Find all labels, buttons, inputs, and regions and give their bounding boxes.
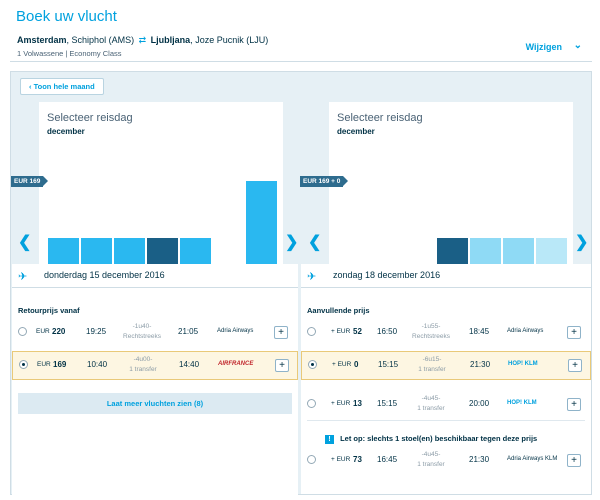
seat-warning: ! Let op: slechts 1 stoel(en) beschikbaa… [325, 434, 537, 444]
arrival-plane-icon: ✈ [307, 271, 317, 283]
return-price-label: Aanvullende prijs [307, 306, 370, 315]
info-icon: ! [325, 435, 334, 444]
airline-name: Adria Airways KLM [507, 456, 558, 462]
roundtrip-icon: ⇄ [138, 35, 147, 45]
flight-duration: -1u55- [421, 323, 441, 330]
flight-radio[interactable] [19, 360, 28, 369]
flight-row[interactable]: EUR 169 10:40 -4u00- 1 transfer 14:40 AIRFRANC… [12, 351, 298, 380]
prev-week-arrow-icon[interactable]: ❮ [18, 232, 31, 252]
route-summary: Amsterdam, Schiphol (AMS) ⇄ Ljubljana, J… [10, 32, 592, 62]
show-more-label: Laat meer vluchten zien [106, 399, 192, 408]
departure-time: 16:45 [377, 455, 398, 464]
show-month-label: Toon hele maand [33, 82, 95, 91]
price-currency: EUR [37, 361, 51, 368]
add-flight-button[interactable]: + [274, 326, 288, 339]
flight-duration: -4u45- [421, 451, 441, 458]
next-week-arrow-icon[interactable]: ❯ [285, 232, 298, 252]
airline-name: Adria Airways [507, 328, 544, 334]
flight-row[interactable]: + EUR 13 15:15 -4u45- 1 transfer 20:00 HOP! KL… [301, 391, 591, 420]
to-airport: Joze Pucnik (LJU) [195, 35, 269, 45]
page-title: Boek uw vlucht [16, 8, 117, 25]
flight-stops: 1 transfer [417, 405, 445, 412]
flight-row[interactable]: + EUR 73 16:45 -4u45- 1 transfer 21:30 Adria A… [301, 447, 591, 476]
flight-radio[interactable] [307, 399, 316, 408]
chevron-down-icon[interactable]: ⌄ [574, 40, 582, 51]
departure-time: 19:25 [86, 327, 107, 336]
passengers-class: 1 Volwassene | Economy Class [17, 49, 122, 58]
departure-plane-icon: ✈ [18, 271, 28, 283]
outbound-header: ✈ donderdag 15 december 2016 [12, 264, 298, 288]
show-month-button[interactable]: ‹ Toon hele maand [20, 78, 104, 95]
flight-selection-panel: ‹ Toon hele maand Selecteer reisdag dece… [10, 71, 592, 496]
price-currency: EUR [36, 328, 50, 335]
return-flights-section: ✈ zondag 18 december 2016 Aanvullende pr… [301, 264, 591, 494]
airline-name: AIRFRANCE [218, 361, 254, 367]
outbound-price-label: Retourprijs vanaf [18, 306, 80, 315]
next-week-arrow-icon[interactable]: ❯ [575, 232, 588, 252]
add-flight-button[interactable]: + [567, 398, 581, 411]
price-currency: + EUR [331, 456, 351, 463]
from-airport: Schiphol (AMS) [71, 35, 135, 45]
flight-stops: 1 transfer [129, 366, 157, 373]
flight-duration: -4u00- [133, 356, 153, 363]
price-amount: 0 [354, 360, 359, 369]
add-flight-button[interactable]: + [567, 326, 581, 339]
add-flight-button[interactable]: + [568, 359, 582, 372]
arrival-time: 20:00 [469, 399, 490, 408]
price-currency: + EUR [331, 400, 351, 407]
show-more-count: (8) [193, 399, 204, 408]
airline-name: Adria Airways [217, 328, 254, 334]
arrival-time: 21:30 [469, 455, 490, 464]
outbound-flights-section: ✈ donderdag 15 december 2016 Retourprijs… [12, 264, 298, 496]
flight-radio[interactable] [307, 327, 316, 336]
flight-radio[interactable] [308, 360, 317, 369]
flight-radio[interactable] [307, 455, 316, 464]
to-city: Ljubljana [150, 35, 191, 45]
arrival-time: 21:30 [470, 360, 491, 369]
departure-time: 15:15 [378, 360, 399, 369]
arrival-time: 21:05 [178, 327, 199, 336]
arrival-time: 18:45 [469, 327, 490, 336]
flight-row[interactable]: + EUR 52 16:50 -1u55- Rechtstreeks 18:45 Adria… [301, 319, 591, 348]
add-flight-button[interactable]: + [567, 454, 581, 467]
flight-radio[interactable] [18, 327, 27, 336]
price-amount: 220 [52, 327, 66, 336]
price-amount: 73 [353, 455, 362, 464]
add-flight-button[interactable]: + [275, 359, 289, 372]
departure-time: 15:15 [377, 399, 398, 408]
price-currency: + EUR [331, 328, 351, 335]
outbound-date: donderdag 15 december 2016 [44, 270, 165, 280]
departure-time: 16:50 [377, 327, 398, 336]
change-button[interactable]: Wijzigen [526, 42, 562, 52]
return-date: zondag 18 december 2016 [333, 270, 441, 280]
price-amount: 169 [53, 360, 67, 369]
flight-stops: 1 transfer [418, 366, 446, 373]
show-more-flights-button[interactable]: Laat meer vluchten zien (8) [18, 393, 292, 414]
arrival-time: 14:40 [179, 360, 200, 369]
flight-row[interactable]: EUR 220 19:25 -1u40- Rechtstreeks 21:05 Adria … [12, 319, 298, 348]
price-amount: 52 [353, 327, 362, 336]
prev-week-arrow-icon[interactable]: ❮ [308, 232, 321, 252]
flight-duration: -6u15- [422, 356, 442, 363]
airline-name: HOP! KLM [507, 400, 537, 406]
departure-time: 10:40 [87, 360, 108, 369]
flight-row[interactable]: + EUR 0 15:15 -6u15- 1 transfer 21:30 HOP! KLM… [301, 351, 591, 380]
chevron-left-icon: ‹ [29, 82, 32, 91]
price-currency: + EUR [332, 361, 352, 368]
flight-duration: -4u45- [421, 395, 441, 402]
return-header: ✈ zondag 18 december 2016 [301, 264, 591, 288]
route-line: Amsterdam, Schiphol (AMS) ⇄ Ljubljana, J… [17, 35, 269, 45]
row-divider [307, 420, 585, 421]
price-amount: 13 [353, 399, 362, 408]
flight-stops: 1 transfer [417, 461, 445, 468]
seat-warning-text: Let op: slechts 1 stoel(en) beschikbaar … [340, 434, 538, 443]
flight-duration: -1u40- [132, 323, 152, 330]
from-city: Amsterdam [17, 35, 67, 45]
flight-stops: Rechtstreeks [123, 333, 161, 340]
airline-name: HOP! KLM [508, 361, 538, 367]
outbound-price-tag: EUR 169 [11, 176, 49, 187]
return-price-tag: EUR 169 + 0 [300, 176, 349, 187]
flight-stops: Rechtstreeks [412, 333, 450, 340]
